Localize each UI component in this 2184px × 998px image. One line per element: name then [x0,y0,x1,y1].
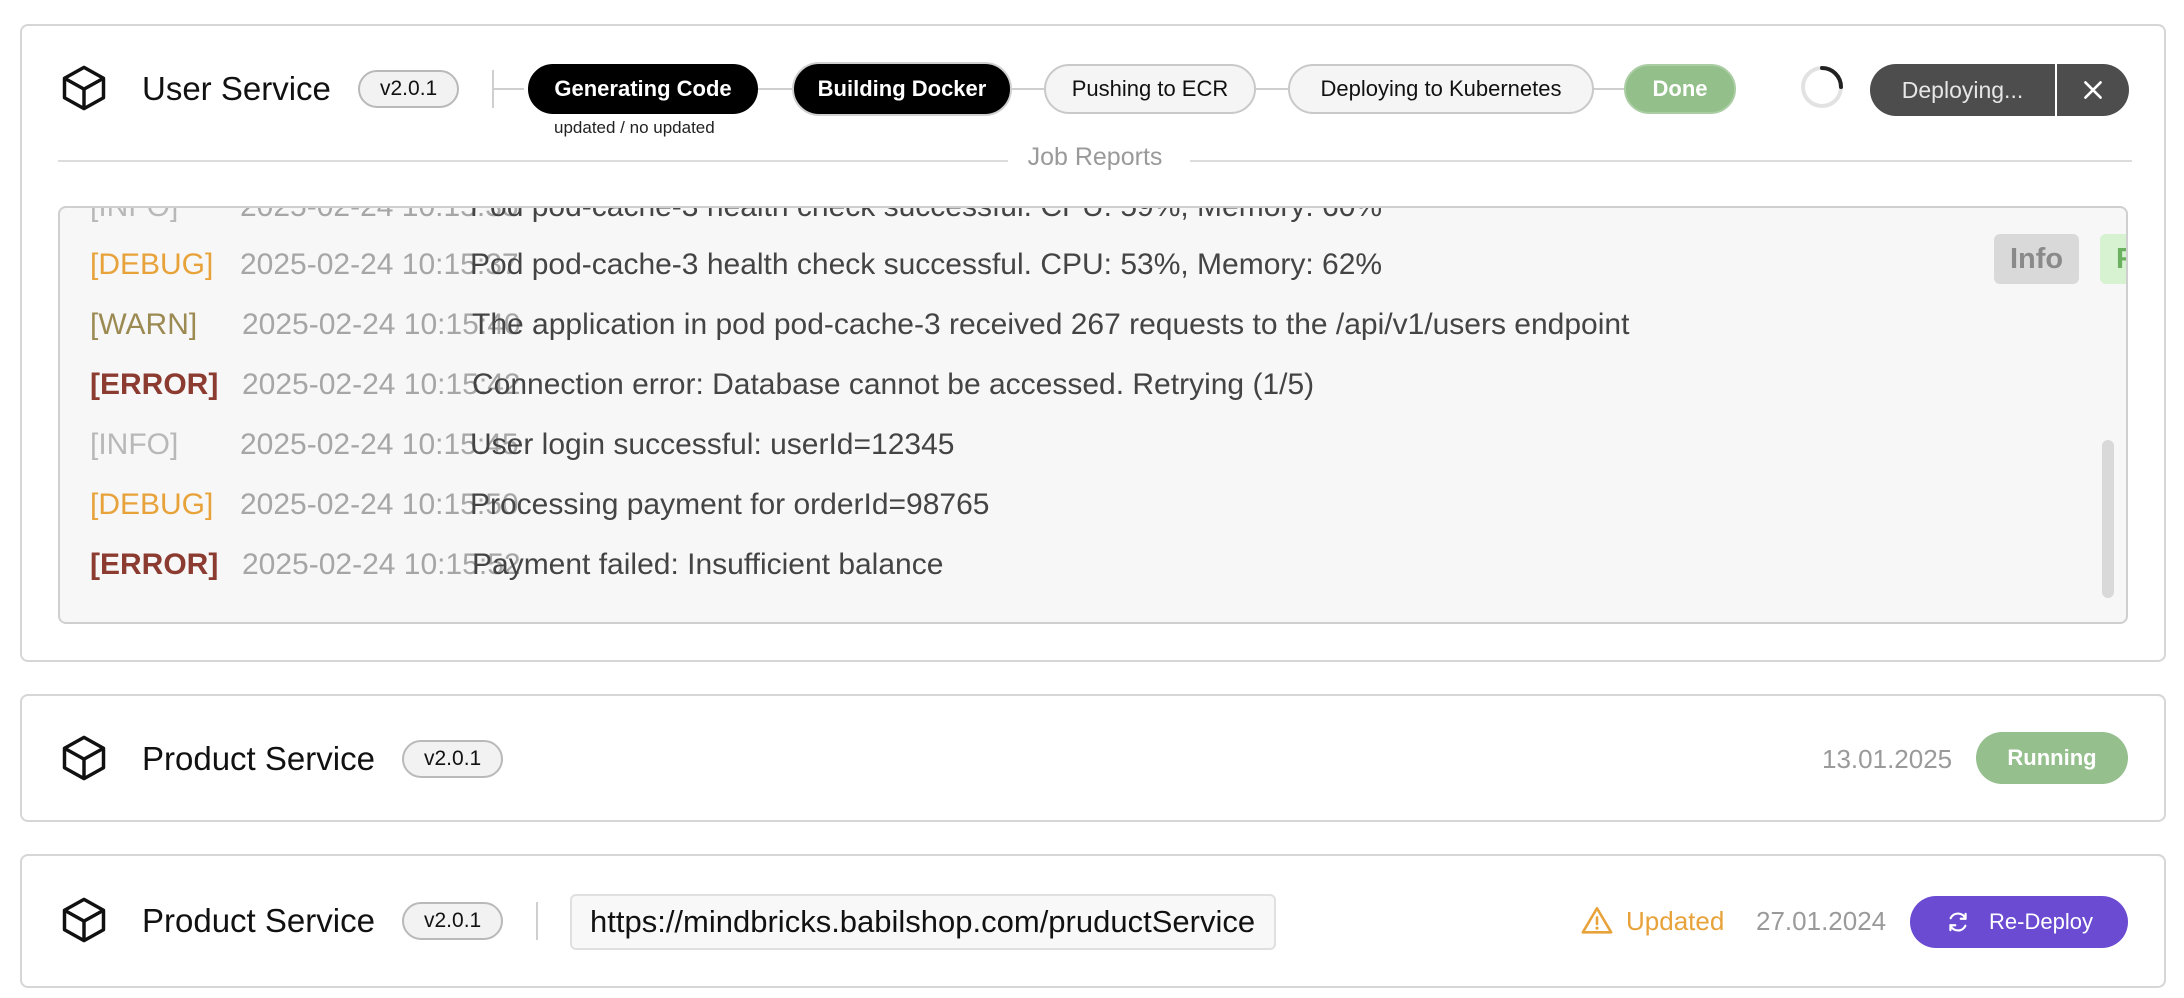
log-level: [DEBUG] [90,488,214,521]
log-scrollbar[interactable] [2102,440,2114,598]
deploy-button-group: Deploying... [1870,64,2129,116]
pipeline-connector [1252,88,1292,90]
log-message: Pod pod-cache-3 health check successful.… [470,206,1383,223]
product-service-card: Product Service v2.0.1 13.01.2025 Runnin… [20,694,2166,822]
job-reports-title: Job Reports [22,143,2168,172]
pipeline-connector [756,88,796,90]
log-panel[interactable]: [INFO] 2025-02-24 10:15:35 Pod pod-cache… [58,206,2128,624]
service-title: User Service [142,70,331,107]
spinner-icon [1799,64,1845,110]
log-level: [INFO] [90,428,179,461]
log-message: Connection error: Database cannot be acc… [472,368,1315,401]
divider [536,902,538,940]
close-icon [2084,81,2102,99]
warning-icon [1581,906,1613,934]
deploy-date: 13.01.2025 [1822,744,1953,774]
log-message: Pod pod-cache-3 health check successful.… [470,248,1383,281]
version-badge: v2.0.1 [402,740,504,778]
log-message: Payment failed: Insufficient balance [472,548,944,581]
filter-running-chip[interactable]: Ru [2100,234,2126,284]
version-badge: v2.0.1 [358,70,460,108]
service-title: Product Service [142,740,375,777]
log-row: [DEBUG] 2025-02-24 10:15:50 Processing p… [90,488,989,522]
log-level: [WARN] [90,308,198,341]
step-done[interactable]: Done [1624,64,1736,114]
updated-label: Updated [1626,905,1725,936]
filter-info-chip[interactable]: Info [1994,234,2080,284]
log-message: Processing payment for orderId=98765 [470,488,990,521]
step-generating-code[interactable]: Generating Code [528,64,758,114]
log-message: The application in pod pod-cache-3 recei… [472,308,1630,341]
cube-icon [58,732,110,784]
step-pushing-to-ecr[interactable]: Pushing to ECR [1044,64,1256,114]
log-message: User login successful: userId=12345 [470,428,955,461]
deploy-date: 27.01.2024 [1756,906,1887,936]
redeploy-button[interactable]: Re-Deploy [1910,896,2128,948]
close-button[interactable] [2055,64,2129,116]
log-row: [WARN] 2025-02-24 10:15:40 The applicati… [90,308,1629,342]
pipeline-connector [494,88,524,90]
service-title: Product Service [142,902,375,939]
log-level: [DEBUG] [90,248,214,281]
pipeline-connector [1006,88,1046,90]
step-deploying-to-kubernetes[interactable]: Deploying to Kubernetes [1288,64,1594,114]
deploying-button[interactable]: Deploying... [1870,64,2055,116]
log-row: [ERROR] 2025-02-24 10:15:42 Connection e… [90,368,1314,402]
log-level: [ERROR] [90,548,219,581]
log-row: [DEBUG] 2025-02-24 10:15:37 Pod pod-cach… [90,248,1382,282]
service-url-field[interactable]: https://mindbricks.babilshop.com/pruduct… [570,894,1276,950]
log-level: [ERROR] [90,368,219,401]
product-service-card: Product Service v2.0.1 https://mindbrick… [20,854,2166,988]
status-badge: Running [1976,732,2128,784]
refresh-icon [1949,912,1967,932]
log-row: [ERROR] 2025-02-24 10:15:52 Payment fail… [90,548,943,582]
step-substatus: updated / no updated [554,118,715,137]
cube-icon [58,894,110,946]
cube-icon [58,62,110,114]
user-service-card: User Service v2.0.1 Generating Code upda… [20,24,2166,662]
log-level: [INFO] [90,206,179,223]
log-row: [INFO] 2025-02-24 10:15:35 Pod pod-cache… [90,206,1382,224]
step-building-docker[interactable]: Building Docker [794,64,1010,114]
redeploy-label: Re-Deploy [1989,909,2093,934]
version-badge: v2.0.1 [402,902,504,940]
log-row: [INFO] 2025-02-24 10:15:45 User login su… [90,428,954,462]
updated-status: Updated [1580,904,1724,938]
